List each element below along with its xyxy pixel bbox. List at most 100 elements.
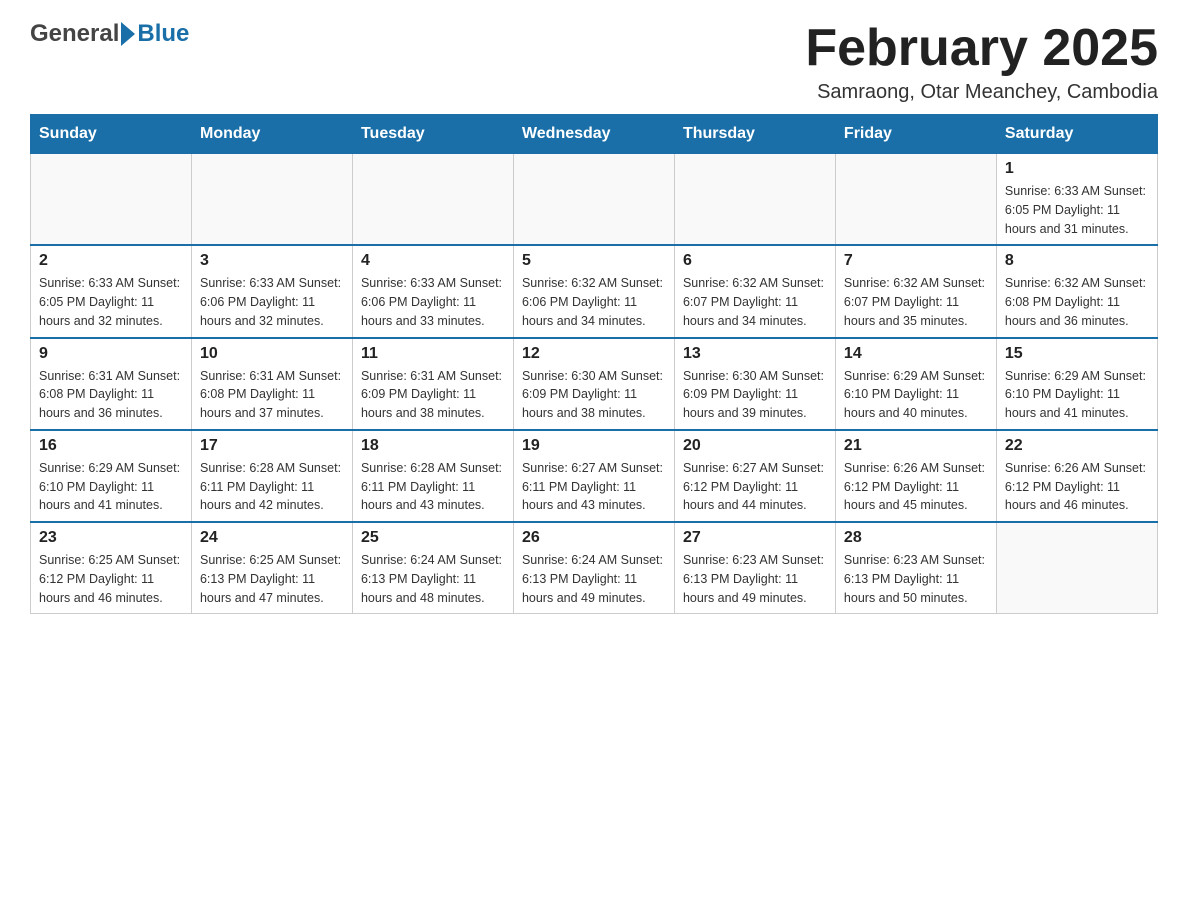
calendar-cell: 4 Sunrise: 6:33 AM Sunset: 6:06 PM Daylig… — [352, 245, 513, 337]
calendar-cell: 11 Sunrise: 6:31 AM Sunset: 6:09 PM Dayli… — [352, 338, 513, 430]
day-number: 9 — [39, 345, 183, 363]
calendar-cell: 3 Sunrise: 6:33 AM Sunset: 6:06 PM Daylig… — [191, 245, 352, 337]
calendar-cell: 10 Sunrise: 6:31 AM Sunset: 6:08 PM Dayli… — [191, 338, 352, 430]
day-number: 26 — [522, 529, 666, 547]
day-info: Sunrise: 6:31 AM Sunset: 6:08 PM Dayligh… — [39, 367, 183, 423]
day-number: 4 — [361, 252, 505, 270]
day-number: 12 — [522, 345, 666, 363]
calendar-cell: 20 Sunrise: 6:27 AM Sunset: 6:12 PM Dayli… — [674, 430, 835, 522]
day-info: Sunrise: 6:33 AM Sunset: 6:06 PM Dayligh… — [200, 274, 344, 330]
day-of-week-header: Wednesday — [513, 115, 674, 154]
calendar-week-row: 16 Sunrise: 6:29 AM Sunset: 6:10 PM Dayli… — [31, 430, 1158, 522]
day-info: Sunrise: 6:29 AM Sunset: 6:10 PM Dayligh… — [844, 367, 988, 423]
calendar-cell: 24 Sunrise: 6:25 AM Sunset: 6:13 PM Dayli… — [191, 522, 352, 614]
day-info: Sunrise: 6:32 AM Sunset: 6:06 PM Dayligh… — [522, 274, 666, 330]
page-header: General Blue February 2025 Samraong, Ota… — [30, 20, 1158, 104]
day-of-week-header: Friday — [835, 115, 996, 154]
calendar-cell: 1Sunrise: 6:33 AM Sunset: 6:05 PM Daylig… — [996, 154, 1157, 246]
day-number: 21 — [844, 437, 988, 455]
day-number: 2 — [39, 252, 183, 270]
calendar-week-row: 23 Sunrise: 6:25 AM Sunset: 6:12 PM Dayli… — [31, 522, 1158, 614]
calendar-cell: 23 Sunrise: 6:25 AM Sunset: 6:12 PM Dayli… — [31, 522, 192, 614]
calendar-cell: 5 Sunrise: 6:32 AM Sunset: 6:06 PM Daylig… — [513, 245, 674, 337]
day-number: 25 — [361, 529, 505, 547]
calendar-week-row: 1Sunrise: 6:33 AM Sunset: 6:05 PM Daylig… — [31, 154, 1158, 246]
day-number: 24 — [200, 529, 344, 547]
day-info: Sunrise: 6:24 AM Sunset: 6:13 PM Dayligh… — [522, 551, 666, 607]
day-info: Sunrise: 6:25 AM Sunset: 6:13 PM Dayligh… — [200, 551, 344, 607]
location-subtitle: Samraong, Otar Meanchey, Cambodia — [805, 81, 1158, 104]
calendar-cell — [191, 154, 352, 246]
day-number: 18 — [361, 437, 505, 455]
calendar-cell: 27 Sunrise: 6:23 AM Sunset: 6:13 PM Dayli… — [674, 522, 835, 614]
day-number: 6 — [683, 252, 827, 270]
day-info: Sunrise: 6:30 AM Sunset: 6:09 PM Dayligh… — [683, 367, 827, 423]
logo-general-text: General — [30, 20, 119, 48]
day-info: Sunrise: 6:29 AM Sunset: 6:10 PM Dayligh… — [1005, 367, 1149, 423]
day-info: Sunrise: 6:26 AM Sunset: 6:12 PM Dayligh… — [1005, 459, 1149, 515]
calendar-cell: 25 Sunrise: 6:24 AM Sunset: 6:13 PM Dayli… — [352, 522, 513, 614]
day-info: Sunrise: 6:33 AM Sunset: 6:06 PM Dayligh… — [361, 274, 505, 330]
calendar-cell: 28 Sunrise: 6:23 AM Sunset: 6:13 PM Dayli… — [835, 522, 996, 614]
calendar-cell: 14 Sunrise: 6:29 AM Sunset: 6:10 PM Dayli… — [835, 338, 996, 430]
day-number: 23 — [39, 529, 183, 547]
day-info: Sunrise: 6:27 AM Sunset: 6:12 PM Dayligh… — [683, 459, 827, 515]
day-of-week-header: Monday — [191, 115, 352, 154]
day-number: 28 — [844, 529, 988, 547]
day-number: 20 — [683, 437, 827, 455]
calendar-cell — [835, 154, 996, 246]
day-number: 27 — [683, 529, 827, 547]
calendar-cell — [352, 154, 513, 246]
calendar-cell: 16 Sunrise: 6:29 AM Sunset: 6:10 PM Dayli… — [31, 430, 192, 522]
day-number: 22 — [1005, 437, 1149, 455]
day-number: 5 — [522, 252, 666, 270]
calendar-cell: 22 Sunrise: 6:26 AM Sunset: 6:12 PM Dayli… — [996, 430, 1157, 522]
day-info: Sunrise: 6:32 AM Sunset: 6:08 PM Dayligh… — [1005, 274, 1149, 330]
calendar-week-row: 2 Sunrise: 6:33 AM Sunset: 6:05 PM Daylig… — [31, 245, 1158, 337]
day-info: Sunrise: 6:24 AM Sunset: 6:13 PM Dayligh… — [361, 551, 505, 607]
day-info: Sunrise: 6:30 AM Sunset: 6:09 PM Dayligh… — [522, 367, 666, 423]
day-info: Sunrise: 6:31 AM Sunset: 6:08 PM Dayligh… — [200, 367, 344, 423]
day-info: Sunrise: 6:27 AM Sunset: 6:11 PM Dayligh… — [522, 459, 666, 515]
day-number: 17 — [200, 437, 344, 455]
calendar-cell: 15 Sunrise: 6:29 AM Sunset: 6:10 PM Dayli… — [996, 338, 1157, 430]
calendar-cell: 6 Sunrise: 6:32 AM Sunset: 6:07 PM Daylig… — [674, 245, 835, 337]
day-info: Sunrise: 6:28 AM Sunset: 6:11 PM Dayligh… — [361, 459, 505, 515]
day-number: 19 — [522, 437, 666, 455]
calendar-cell — [31, 154, 192, 246]
day-number: 11 — [361, 345, 505, 363]
day-info: Sunrise: 6:33 AM Sunset: 6:05 PM Dayligh… — [39, 274, 183, 330]
calendar-cell: 18 Sunrise: 6:28 AM Sunset: 6:11 PM Dayli… — [352, 430, 513, 522]
calendar-header-row: SundayMondayTuesdayWednesdayThursdayFrid… — [31, 115, 1158, 154]
day-number: 3 — [200, 252, 344, 270]
day-number: 13 — [683, 345, 827, 363]
logo-chevron-icon — [121, 22, 135, 46]
day-of-week-header: Sunday — [31, 115, 192, 154]
day-of-week-header: Tuesday — [352, 115, 513, 154]
day-number: 8 — [1005, 252, 1149, 270]
month-title: February 2025 — [805, 20, 1158, 77]
day-info: Sunrise: 6:31 AM Sunset: 6:09 PM Dayligh… — [361, 367, 505, 423]
day-of-week-header: Thursday — [674, 115, 835, 154]
calendar-cell — [996, 522, 1157, 614]
logo: General Blue — [30, 20, 189, 48]
day-number: 10 — [200, 345, 344, 363]
day-number: 16 — [39, 437, 183, 455]
day-info: Sunrise: 6:23 AM Sunset: 6:13 PM Dayligh… — [844, 551, 988, 607]
day-info: Sunrise: 6:32 AM Sunset: 6:07 PM Dayligh… — [683, 274, 827, 330]
day-info: Sunrise: 6:29 AM Sunset: 6:10 PM Dayligh… — [39, 459, 183, 515]
title-section: February 2025 Samraong, Otar Meanchey, C… — [805, 20, 1158, 104]
day-number: 7 — [844, 252, 988, 270]
calendar-cell — [513, 154, 674, 246]
calendar-cell — [674, 154, 835, 246]
day-of-week-header: Saturday — [996, 115, 1157, 154]
day-number: 1 — [1005, 160, 1149, 178]
day-info: Sunrise: 6:25 AM Sunset: 6:12 PM Dayligh… — [39, 551, 183, 607]
day-number: 14 — [844, 345, 988, 363]
logo-blue-text: Blue — [137, 20, 189, 48]
day-number: 15 — [1005, 345, 1149, 363]
calendar-cell: 7Sunrise: 6:32 AM Sunset: 6:07 PM Daylig… — [835, 245, 996, 337]
calendar-cell: 17Sunrise: 6:28 AM Sunset: 6:11 PM Dayli… — [191, 430, 352, 522]
day-info: Sunrise: 6:23 AM Sunset: 6:13 PM Dayligh… — [683, 551, 827, 607]
calendar-cell: 2 Sunrise: 6:33 AM Sunset: 6:05 PM Daylig… — [31, 245, 192, 337]
